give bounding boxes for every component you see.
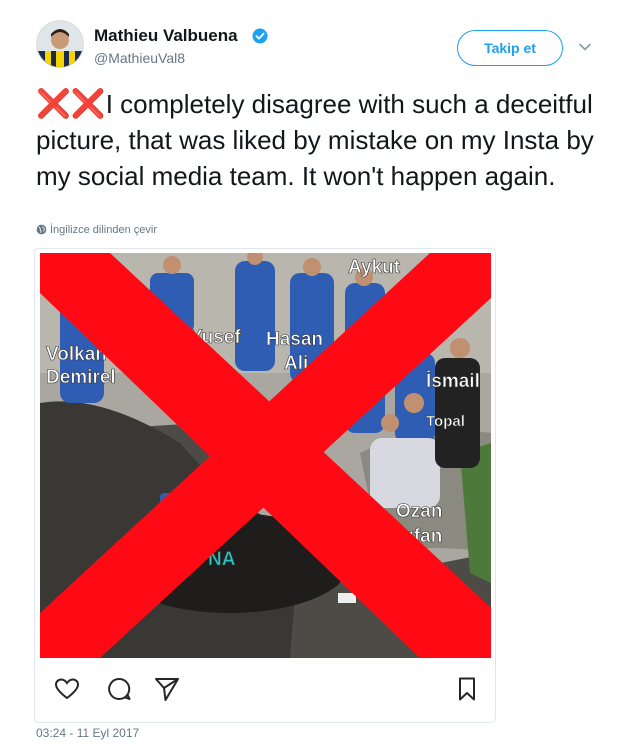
label-demirel: Demirel (46, 367, 116, 388)
heart-icon[interactable] (53, 675, 81, 703)
bookmark-icon[interactable] (453, 675, 481, 703)
tweet-body: I completely disagree with such a deceit… (36, 89, 594, 191)
label-ismail: İsmail (426, 371, 480, 392)
label-ozan: Ozan (396, 501, 442, 522)
verified-badge-icon (252, 28, 268, 44)
chevron-down-icon[interactable] (578, 40, 592, 54)
label-hasan: Hasan (266, 329, 323, 350)
translate-link[interactable]: İngilizce dilinden çevir (36, 224, 157, 236)
share-icon[interactable] (153, 675, 181, 703)
media-actions (35, 667, 495, 707)
tweet-text: ❌❌I completely disagree with such a dece… (36, 86, 611, 194)
cross-mark-emoji: ❌❌ (36, 88, 106, 119)
tweet-timestamp[interactable]: 03:24 - 11 Eyl 2017 (36, 726, 139, 740)
follow-button[interactable]: Takip et (457, 30, 563, 66)
label-topal: Topal (426, 413, 465, 430)
author-handle[interactable]: @MathieuVal8 (94, 50, 185, 66)
shared-photo[interactable]: Aykut Volkan Demirel Yusef Hasan Ali İsm… (40, 253, 491, 658)
comment-icon[interactable] (105, 675, 133, 703)
translate-label: İngilizce dilinden çevir (50, 224, 157, 236)
avatar-photo-icon (37, 21, 83, 67)
globe-icon (36, 224, 47, 235)
label-aykut: Aykut (348, 257, 401, 278)
media-card[interactable]: Aykut Volkan Demirel Yusef Hasan Ali İsm… (34, 248, 496, 723)
author-name[interactable]: Mathieu Valbuena (94, 26, 238, 46)
avatar[interactable] (36, 20, 84, 68)
